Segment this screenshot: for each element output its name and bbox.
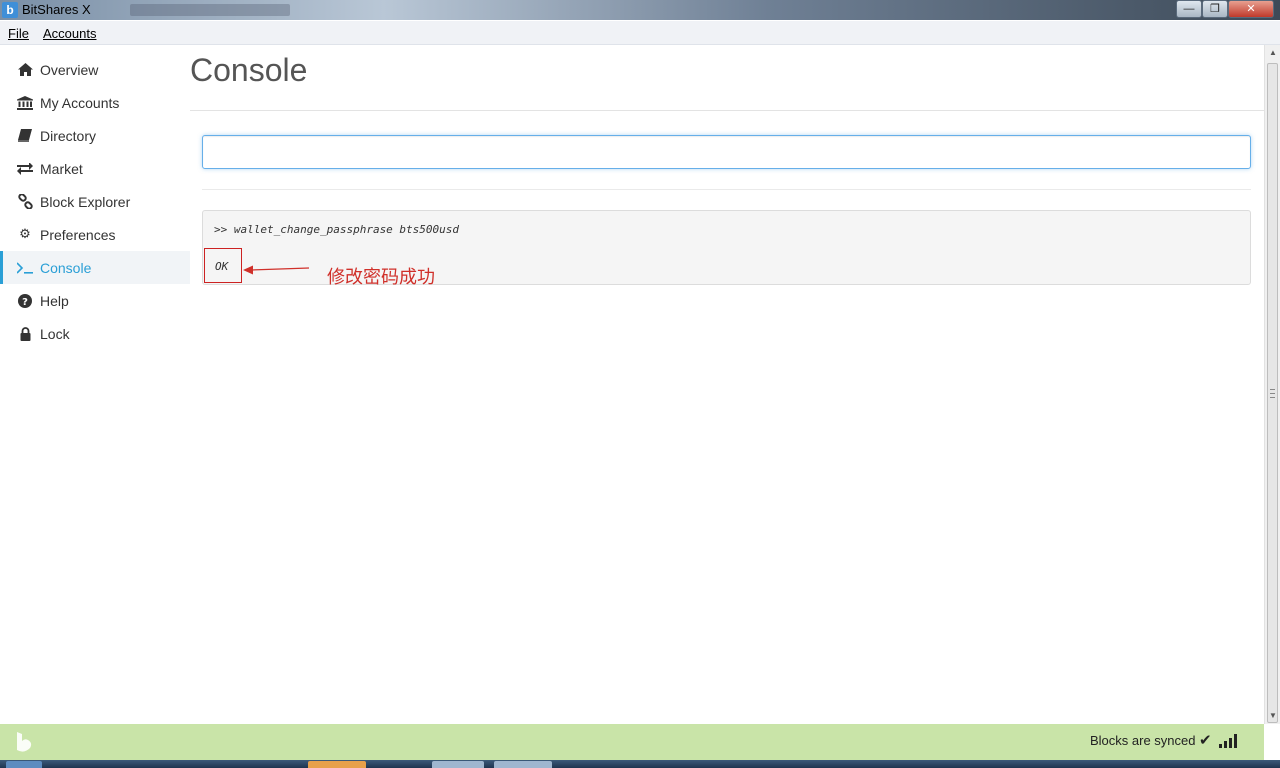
minimize-button[interactable]: — — [1176, 0, 1202, 18]
bitshares-logo-icon — [17, 732, 32, 752]
sidebar-item-label: Overview — [40, 61, 99, 78]
console-result: OK — [215, 260, 229, 273]
bitshares-app-icon: b — [2, 2, 18, 18]
sidebar-item-label: Help — [40, 292, 69, 309]
scroll-thumb[interactable] — [1267, 63, 1278, 723]
result-highlight-box: OK — [204, 248, 242, 283]
console-command-input[interactable] — [202, 135, 1251, 169]
scroll-up-arrow-icon[interactable]: ▲ — [1265, 45, 1280, 61]
sidebar-item-label: Console — [40, 259, 92, 276]
page-title: Console — [190, 52, 308, 88]
sidebar-item-help[interactable]: ? Help — [0, 284, 190, 317]
background-window-title — [130, 4, 290, 16]
sidebar-item-market[interactable]: Market — [0, 152, 190, 185]
sidebar-item-preferences[interactable]: ⚙ Preferences — [0, 218, 190, 251]
taskbar-start-button[interactable] — [6, 761, 42, 768]
window-title-bar: b BitShares X — ❐ ✕ — [0, 0, 1280, 20]
sidebar-item-label: Directory — [40, 127, 97, 144]
terminal-icon — [16, 261, 34, 275]
close-button[interactable]: ✕ — [1228, 0, 1274, 18]
console-command-line: >> wallet_change_passphrase bts500usd — [214, 223, 460, 236]
sidebar-item-label: Block Explorer — [40, 193, 131, 210]
lock-icon — [16, 326, 34, 341]
window-title: BitShares X — [22, 2, 91, 17]
sidebar-item-my-accounts[interactable]: My Accounts — [0, 86, 190, 119]
taskbar-app-button[interactable] — [308, 761, 366, 768]
book-icon — [16, 129, 34, 143]
title-divider — [190, 110, 1264, 111]
sidebar-item-directory[interactable]: Directory — [0, 119, 190, 152]
sync-check-icon: ✔ — [1199, 731, 1212, 749]
bank-icon — [16, 95, 34, 110]
exchange-icon — [16, 162, 34, 176]
sidebar-item-label: My Accounts — [40, 94, 120, 111]
link-icon — [16, 194, 34, 209]
sync-status-text: Blocks are synced — [1090, 733, 1196, 748]
taskbar-app-button[interactable] — [432, 761, 484, 768]
scroll-down-arrow-icon[interactable]: ▼ — [1265, 708, 1280, 724]
menu-file[interactable]: File — [8, 26, 29, 41]
taskbar-app-button[interactable] — [494, 761, 552, 768]
annotation-text: 修改密码成功 — [327, 267, 435, 288]
sidebar-item-label: Preferences — [40, 226, 116, 243]
maximize-button[interactable]: ❐ — [1202, 0, 1228, 18]
sidebar-item-lock[interactable]: Lock — [0, 317, 190, 350]
home-icon — [16, 63, 34, 77]
sidebar-nav: Overview My Accounts Directory Market Bl… — [0, 53, 190, 350]
sidebar-item-console[interactable]: Console — [0, 251, 190, 284]
svg-text:?: ? — [22, 297, 28, 308]
input-divider — [202, 189, 1251, 190]
status-bar: Blocks are synced ✔ — [0, 724, 1264, 760]
os-taskbar — [0, 760, 1280, 768]
vertical-scrollbar[interactable]: ▲ ▼ — [1264, 45, 1280, 724]
question-icon: ? — [16, 293, 34, 308]
sidebar-item-label: Lock — [40, 325, 70, 342]
sidebar-item-overview[interactable]: Overview — [0, 53, 190, 86]
sidebar-item-label: Market — [40, 160, 83, 177]
gears-icon: ⚙ — [19, 227, 31, 242]
sidebar-item-block-explorer[interactable]: Block Explorer — [0, 185, 190, 218]
scroll-grip-icon — [1270, 389, 1275, 398]
annotation-arrow-icon — [243, 265, 310, 275]
signal-strength-icon — [1219, 734, 1237, 748]
menu-accounts[interactable]: Accounts — [43, 26, 96, 41]
menu-bar: File Accounts — [0, 21, 1280, 45]
